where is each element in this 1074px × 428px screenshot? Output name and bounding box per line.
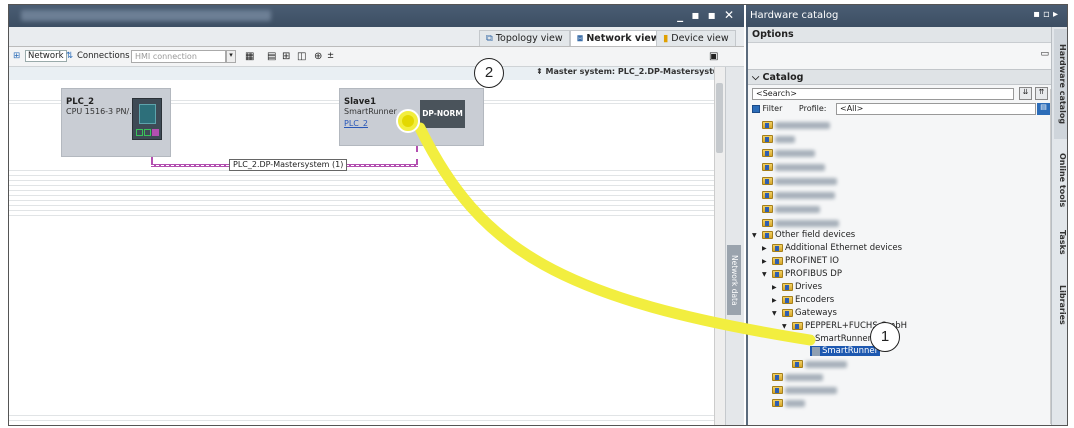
- drag-path: [414, 122, 816, 346]
- drag-arrow-overlay: [396, 109, 816, 346]
- drop-target-core: [402, 115, 414, 127]
- callout-2: 2: [474, 58, 504, 88]
- callout-1: 1: [870, 322, 900, 352]
